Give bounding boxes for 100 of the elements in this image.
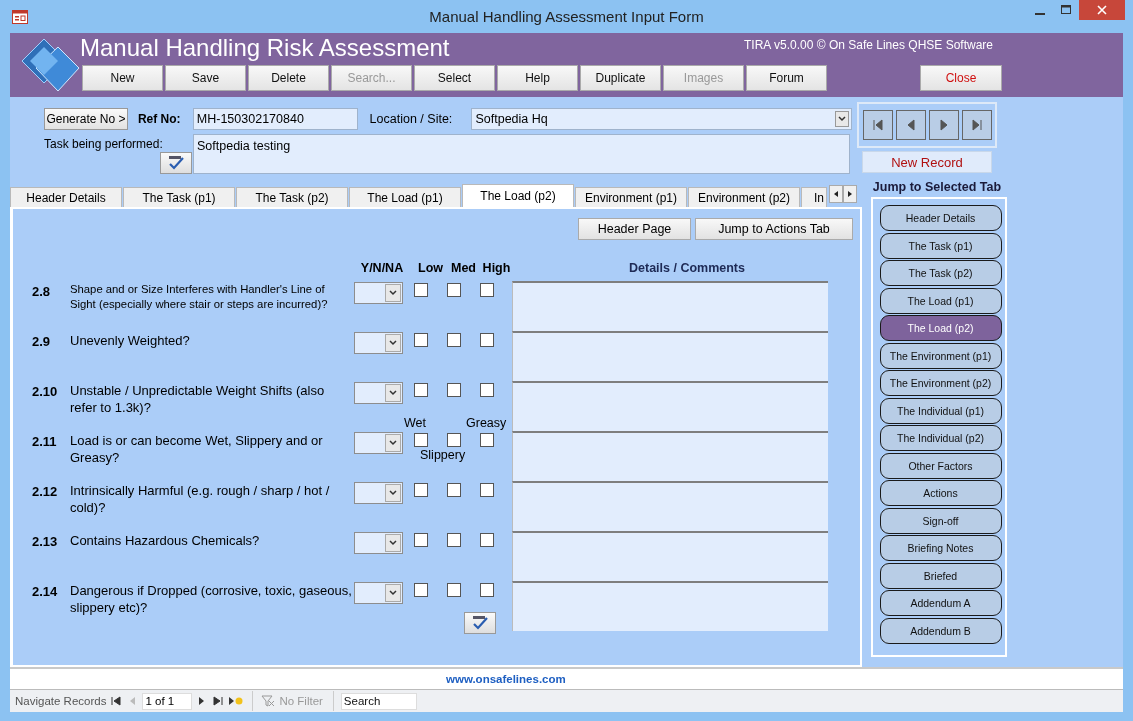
question-number: 2.13 (32, 533, 59, 551)
ref-no-field[interactable]: MH-150302170840 (192, 108, 358, 130)
toolbar-button[interactable]: Duplicate (580, 65, 661, 91)
tab[interactable]: The Task (p2) (236, 187, 348, 207)
jump-button[interactable]: The Task (p2) (879, 260, 1002, 286)
tab[interactable]: In (801, 187, 827, 207)
checkbox[interactable] (447, 283, 461, 297)
answer-combo[interactable] (354, 432, 403, 454)
panel-button[interactable]: Jump to Actions Tab (695, 218, 853, 240)
jump-button[interactable]: Addendum A (879, 590, 1002, 616)
checkbox[interactable] (414, 583, 428, 597)
jump-button[interactable]: Sign-off (879, 507, 1002, 534)
jump-button[interactable]: Briefing Notes (879, 535, 1002, 561)
website-link[interactable]: www.onsafelines.com (446, 673, 566, 685)
checkbox[interactable] (480, 533, 494, 547)
answer-combo[interactable] (354, 532, 403, 554)
tab[interactable]: Environment (p2) (688, 187, 800, 207)
panel-button[interactable]: Header Page (578, 218, 691, 240)
location-combo[interactable]: Softpedia Hq (471, 108, 852, 130)
dropdown-icon (385, 334, 401, 352)
toolbar-button[interactable]: Forum (746, 65, 827, 91)
location-label: Location / Site: (369, 112, 454, 126)
diamond-logo-icon (22, 37, 80, 93)
answer-combo[interactable] (354, 482, 403, 504)
jump-button[interactable]: The Environment (p2) (879, 370, 1002, 396)
record-nav-button[interactable] (862, 110, 893, 140)
jump-button[interactable]: The Load (p2) (879, 315, 1002, 341)
jump-button[interactable]: The Individual (p1) (879, 397, 1002, 424)
checkbox[interactable] (480, 433, 494, 447)
last-record-icon[interactable] (212, 695, 225, 707)
new-record-icon[interactable] (228, 695, 245, 707)
generate-number-button[interactable]: Generate No > (44, 108, 128, 130)
spell-check-button[interactable] (160, 152, 192, 174)
first-record-icon[interactable] (110, 695, 123, 707)
task-field[interactable]: Softpedia testing (193, 134, 850, 174)
scroll-left-icon[interactable] (829, 185, 843, 203)
option-label: Greasy (466, 416, 507, 430)
jump-button[interactable]: Addendum B (879, 617, 1002, 644)
checkbox[interactable] (447, 583, 461, 597)
comments-field[interactable] (512, 581, 828, 631)
close-form-button[interactable]: Close (920, 65, 1002, 91)
answer-combo[interactable] (354, 382, 403, 404)
checkbox[interactable] (480, 583, 494, 597)
jump-button[interactable]: Actions (879, 480, 1002, 506)
toolbar-button[interactable]: Help (497, 65, 578, 91)
checkbox[interactable] (480, 483, 494, 497)
jump-button[interactable]: The Load (p1) (879, 287, 1002, 314)
checkbox[interactable] (414, 533, 428, 547)
checkbox[interactable] (414, 333, 428, 347)
answer-combo[interactable] (354, 332, 403, 354)
comments-field[interactable] (512, 281, 828, 331)
answer-combo[interactable] (354, 582, 403, 604)
app-title: Manual Handling Risk Assessment (80, 34, 450, 62)
ref-no-label: Ref No: (137, 112, 182, 126)
tab[interactable]: The Load (p1) (349, 187, 461, 207)
comments-field[interactable] (512, 431, 828, 481)
search-field[interactable]: Search (340, 692, 417, 710)
toolbar-button[interactable]: New (82, 65, 163, 91)
checkbox[interactable] (414, 483, 428, 497)
checkbox[interactable] (414, 283, 428, 297)
comments-field[interactable] (512, 481, 828, 531)
checkbox[interactable] (447, 333, 461, 347)
tab[interactable]: The Load (p2) (462, 184, 574, 207)
checkbox[interactable] (414, 383, 428, 397)
checkbox[interactable] (447, 383, 461, 397)
comments-field[interactable] (512, 381, 828, 431)
record-nav-button[interactable] (961, 110, 992, 140)
column-header: Low (417, 261, 444, 277)
jump-panel-title: Jump to Selected Tab (872, 180, 1002, 196)
jump-button[interactable]: Briefed (879, 562, 1002, 589)
comments-field[interactable] (512, 531, 828, 581)
record-nav-button[interactable] (928, 110, 959, 140)
jump-button[interactable]: Other Factors (879, 452, 1002, 479)
scroll-right-icon[interactable] (843, 185, 857, 203)
checkbox[interactable] (447, 533, 461, 547)
toolbar-button[interactable]: Save (165, 65, 246, 91)
jump-button[interactable]: Header Details (879, 205, 1002, 231)
comments-field[interactable] (512, 331, 828, 381)
checkbox[interactable] (480, 333, 494, 347)
question-number: 2.10 (32, 383, 59, 401)
record-nav-button[interactable] (895, 110, 926, 140)
toolbar-button[interactable]: Select (414, 65, 495, 91)
tab[interactable]: Header Details (10, 187, 122, 207)
app-icon (12, 9, 28, 24)
tab[interactable]: Environment (p1) (575, 187, 687, 207)
checkbox[interactable] (447, 483, 461, 497)
jump-button[interactable]: The Individual (p2) (879, 425, 1002, 451)
checkbox[interactable] (480, 283, 494, 297)
tab[interactable]: The Task (p1) (123, 187, 235, 207)
dropdown-icon (385, 534, 401, 552)
checkbox[interactable] (414, 433, 428, 447)
spell-check-button[interactable] (464, 612, 496, 634)
record-position-field[interactable]: 1 of 1 (142, 692, 193, 710)
column-header: Med (450, 261, 477, 277)
jump-button[interactable]: The Environment (p1) (879, 342, 1002, 369)
jump-button[interactable]: The Task (p1) (879, 232, 1002, 259)
checkbox[interactable] (447, 433, 461, 447)
answer-combo[interactable] (354, 282, 403, 304)
checkbox[interactable] (480, 383, 494, 397)
toolbar-button[interactable]: Delete (248, 65, 329, 91)
